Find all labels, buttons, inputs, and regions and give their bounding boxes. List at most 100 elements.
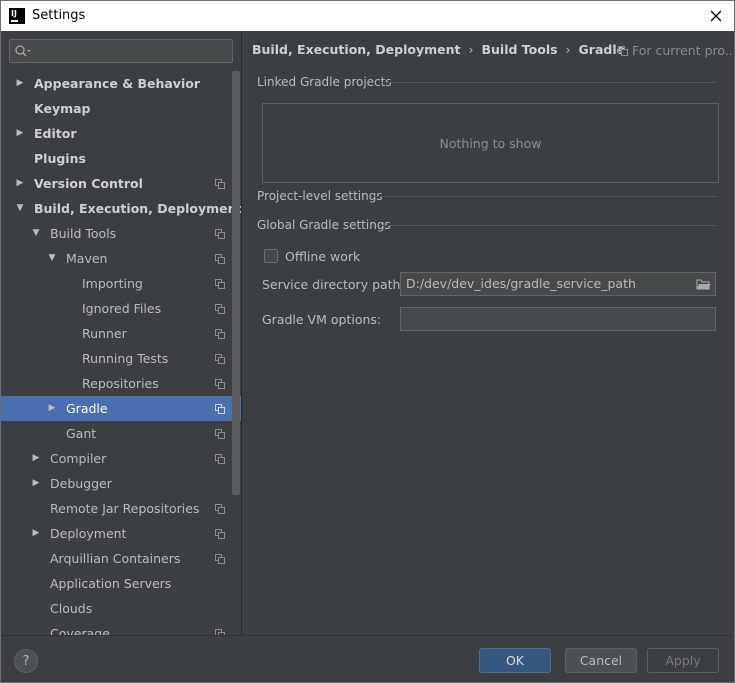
- project-scope-icon: [215, 279, 225, 289]
- tree-item-label: Repositories: [82, 376, 159, 391]
- logo-text: IJ: [11, 9, 17, 18]
- tree-item-maven[interactable]: ▼ Maven: [1, 246, 241, 271]
- project-scope-icon: [618, 45, 628, 56]
- empty-list-text: Nothing to show: [439, 135, 542, 151]
- breadcrumb-item[interactable]: Build Tools: [481, 42, 557, 57]
- tree-item-build-tools[interactable]: ▼ Build Tools: [1, 221, 241, 246]
- tree-item-label: Application Servers: [50, 576, 172, 591]
- tree-item-clouds[interactable]: Clouds: [1, 596, 241, 621]
- expand-arrow-right-icon[interactable]: ▶: [30, 521, 42, 546]
- project-scope-icon: [215, 404, 225, 414]
- tree-item-label: Appearance & Behavior: [34, 76, 200, 91]
- expand-arrow-right-icon[interactable]: ▶: [14, 71, 26, 96]
- tree-item-keymap[interactable]: Keymap: [1, 96, 241, 121]
- project-scope-icon: [215, 354, 225, 364]
- gradle-vm-options-field[interactable]: [400, 307, 716, 331]
- tree-item-label: Debugger: [50, 476, 112, 491]
- section-title: Global Gradle settings: [257, 218, 391, 232]
- tree-item-label: Gant: [66, 426, 97, 441]
- offline-work-option[interactable]: Offline work: [264, 247, 360, 265]
- tree-item-coverage[interactable]: Coverage: [1, 621, 241, 635]
- service-directory-label: Service directory path:: [262, 277, 405, 292]
- tree-item-application-servers[interactable]: Application Servers: [1, 571, 241, 596]
- offline-work-label: Offline work: [285, 248, 361, 264]
- tree-item-importing[interactable]: Importing: [1, 271, 241, 296]
- tree-item-label: Remote Jar Repositories: [50, 501, 200, 516]
- intellij-logo-icon: IJ: [9, 8, 25, 24]
- chevron-right-icon: ›: [468, 41, 474, 57]
- close-icon: [710, 10, 722, 22]
- expand-arrow-right-icon[interactable]: ▶: [30, 446, 42, 471]
- expand-arrow-right-icon[interactable]: ▶: [30, 471, 42, 496]
- tree-item-editor[interactable]: ▶ Editor: [1, 121, 241, 146]
- scope-hint-text: For current pro...: [632, 43, 735, 58]
- tree-item-arquillian-containers[interactable]: Arquillian Containers: [1, 546, 241, 571]
- tree-item-remote-jar-repositories[interactable]: Remote Jar Repositories: [1, 496, 241, 521]
- tree-item-label: Ignored Files: [82, 301, 162, 316]
- project-scope-icon: [215, 304, 225, 314]
- tree-item-label: Maven: [66, 251, 108, 266]
- sidebar-scrollbar[interactable]: [232, 71, 240, 495]
- offline-work-checkbox[interactable]: [264, 249, 278, 263]
- project-scope-icon: [215, 254, 225, 264]
- tree-item-label: Compiler: [50, 451, 107, 466]
- service-directory-field[interactable]: D:/dev/dev_ides/gradle_service_path: [400, 272, 716, 296]
- tree-item-runner[interactable]: Runner: [1, 321, 241, 346]
- linked-projects-list[interactable]: Nothing to show: [262, 103, 719, 183]
- expand-arrow-down-icon[interactable]: ▼: [14, 196, 26, 221]
- tree-item-label: Running Tests: [82, 351, 169, 366]
- expand-arrow-down-icon[interactable]: ▼: [46, 246, 58, 271]
- tree-item-appearance-behavior[interactable]: ▶ Appearance & Behavior: [1, 71, 241, 96]
- tree-item-compiler[interactable]: ▶ Compiler: [1, 446, 241, 471]
- tree-item-gant[interactable]: Gant: [1, 421, 241, 446]
- tree-item-repositories[interactable]: Repositories: [1, 371, 241, 396]
- chevron-right-icon: ›: [565, 41, 571, 57]
- folder-icon[interactable]: [696, 277, 711, 291]
- project-scope-icon: [215, 454, 225, 464]
- project-scope-icon: [215, 504, 225, 514]
- tree-item-running-tests[interactable]: Running Tests: [1, 346, 241, 371]
- tree-item-label: Deployment: [50, 526, 127, 541]
- tree-item-label: Plugins: [34, 151, 86, 166]
- expand-arrow-down-icon[interactable]: ▼: [30, 221, 42, 246]
- search-icon: [15, 45, 31, 57]
- expand-arrow-right-icon[interactable]: ▶: [14, 171, 26, 196]
- help-button[interactable]: ?: [14, 649, 38, 673]
- cancel-button[interactable]: Cancel: [565, 648, 637, 673]
- project-scope-icon: [215, 329, 225, 339]
- tree-item-label: Build Tools: [50, 226, 117, 241]
- tree-item-plugins[interactable]: Plugins: [1, 146, 241, 171]
- tree-item-deployment[interactable]: ▶ Deployment: [1, 521, 241, 546]
- linked-projects-section: Linked Gradle projects: [257, 74, 717, 90]
- tree-item-label: Build, Execution, Deployment: [34, 201, 242, 216]
- tree-item-debugger[interactable]: ▶ Debugger: [1, 471, 241, 496]
- tree-item-build-execution-deployment[interactable]: ▼ Build, Execution, Deployment: [1, 196, 241, 221]
- global-settings-section: Global Gradle settings: [257, 217, 717, 233]
- tree-item-label: Gradle: [66, 401, 108, 416]
- project-level-section: Project-level settings: [257, 188, 717, 204]
- settings-search-input[interactable]: [9, 39, 233, 63]
- close-button[interactable]: [698, 1, 734, 31]
- project-scope-icon: [215, 229, 225, 239]
- expand-arrow-right-icon[interactable]: ▶: [14, 121, 26, 146]
- tree-item-gradle[interactable]: ▶ Gradle: [1, 396, 241, 421]
- breadcrumb-item[interactable]: Build, Execution, Deployment: [252, 42, 460, 57]
- tree-item-label: Editor: [34, 126, 77, 141]
- project-scope-icon: [215, 379, 225, 389]
- dialog-footer: ? OK Cancel Apply: [1, 635, 734, 682]
- gradle-vm-options-label: Gradle VM options:: [262, 312, 382, 327]
- project-scope-icon: [215, 429, 225, 439]
- expand-arrow-right-icon[interactable]: ▶: [46, 396, 58, 421]
- tree-item-label: Coverage: [50, 626, 110, 635]
- apply-button[interactable]: Apply: [647, 648, 719, 673]
- tree-item-label: Importing: [82, 276, 143, 291]
- ok-button[interactable]: OK: [479, 648, 551, 673]
- breadcrumb: Build, Execution, Deployment › Build Too…: [252, 40, 625, 58]
- title-bar: IJ Settings: [0, 0, 735, 31]
- tree-item-ignored-files[interactable]: Ignored Files: [1, 296, 241, 321]
- settings-tree: ▶ Appearance & Behavior Keymap ▶ Editor Plugi…: [1, 71, 241, 635]
- service-directory-value: D:/dev/dev_ides/gradle_service_path: [406, 276, 636, 291]
- tree-item-version-control[interactable]: ▶ Version Control: [1, 171, 241, 196]
- tree-item-label: Arquillian Containers: [50, 551, 181, 566]
- scope-hint: For current pro...: [618, 43, 735, 58]
